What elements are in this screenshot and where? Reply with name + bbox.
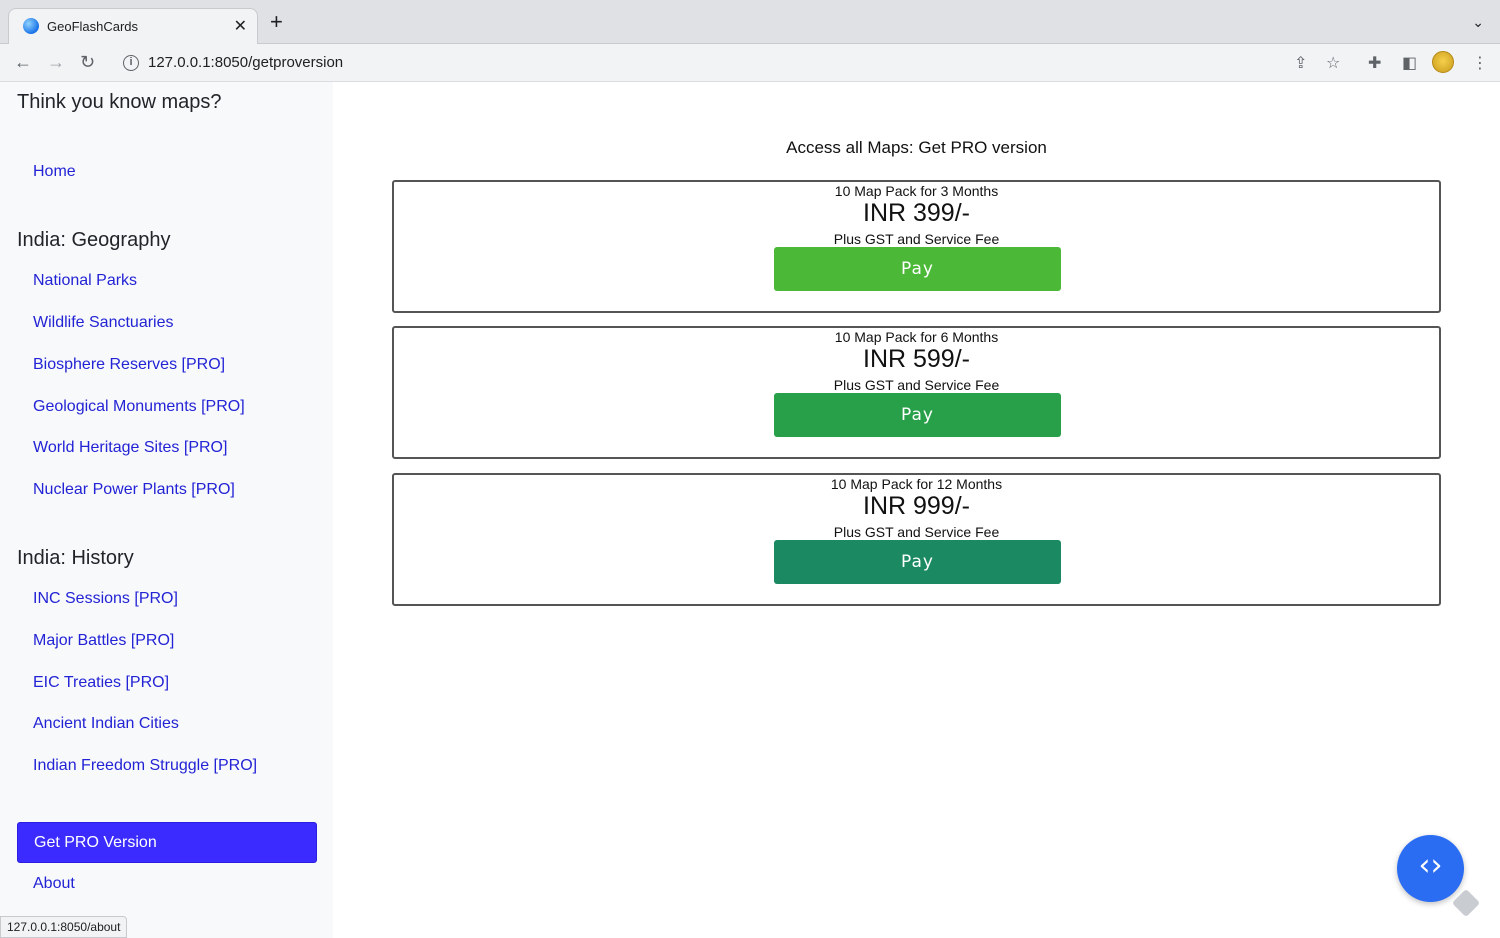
- sidebar-item-wildlife-sanctuaries[interactable]: Wildlife Sanctuaries: [33, 314, 174, 332]
- code-icon[interactable]: ‹›: [1397, 835, 1464, 902]
- sidebar-item-indian-freedom-struggle[interactable]: Indian Freedom Struggle [PRO]: [33, 757, 257, 775]
- profile-avatar[interactable]: [1432, 51, 1454, 73]
- browser-tab-strip: GeoFlashCards ✕ + ⌄: [0, 0, 1500, 44]
- tab-search-chevron-icon[interactable]: ⌄: [1472, 14, 1484, 31]
- globe-icon: [23, 18, 39, 34]
- back-arrow-icon[interactable]: ←: [14, 52, 32, 73]
- sidebar: Think you know maps? Home India: Geograp…: [0, 82, 333, 938]
- plan-fee-note: Plus GST and Service Fee: [833, 231, 1000, 247]
- get-pro-version-button[interactable]: Get PRO Version: [17, 822, 317, 863]
- plan-price: INR 999/-: [863, 492, 970, 520]
- plan-card-6-months: 10 Map Pack for 6 Months INR 599/- Plus …: [392, 326, 1441, 459]
- plan-name: 10 Map Pack for 6 Months: [834, 329, 999, 345]
- sidebar-item-about[interactable]: About: [33, 875, 75, 893]
- forward-arrow-icon[interactable]: →: [47, 52, 65, 73]
- info-icon[interactable]: i: [123, 55, 139, 71]
- sidebar-item-biosphere-reserves[interactable]: Biosphere Reserves [PRO]: [33, 356, 225, 374]
- sidebar-item-ancient-indian-cities[interactable]: Ancient Indian Cities: [33, 715, 179, 733]
- section-heading-history: India: History: [17, 547, 134, 569]
- plan-fee-note: Plus GST and Service Fee: [833, 377, 1000, 393]
- brand-title: Think you know maps?: [17, 91, 222, 113]
- reload-icon[interactable]: ↻: [80, 52, 95, 73]
- page-title: Access all Maps: Get PRO version: [786, 138, 1047, 157]
- sidebar-item-home[interactable]: Home: [33, 163, 76, 181]
- browser-toolbar: ← → ↻ i 127.0.0.1:8050/getproversion ⇪ ☆…: [0, 44, 1500, 82]
- close-tab-icon[interactable]: ✕: [234, 16, 247, 36]
- pay-button-6-months[interactable]: Pay: [774, 393, 1061, 437]
- address-bar[interactable]: i 127.0.0.1:8050/getproversion: [112, 48, 1352, 78]
- main-content: Access all Maps: Get PRO version 10 Map …: [333, 82, 1500, 938]
- sidebar-item-geological-monuments[interactable]: Geological Monuments [PRO]: [33, 398, 245, 416]
- plan-name: 10 Map Pack for 12 Months: [830, 476, 1003, 492]
- browser-tab[interactable]: GeoFlashCards ✕: [8, 8, 258, 44]
- side-panel-icon[interactable]: ◧: [1402, 53, 1417, 73]
- sidebar-item-major-battles[interactable]: Major Battles [PRO]: [33, 632, 174, 650]
- sidebar-item-eic-treaties[interactable]: EIC Treaties [PRO]: [33, 674, 169, 692]
- plan-card-12-months: 10 Map Pack for 12 Months INR 999/- Plus…: [392, 473, 1441, 606]
- extensions-puzzle-icon[interactable]: ✚: [1368, 53, 1381, 73]
- plan-card-3-months: 10 Map Pack for 3 Months INR 399/- Plus …: [392, 180, 1441, 313]
- sidebar-item-world-heritage-sites[interactable]: World Heritage Sites [PRO]: [33, 439, 227, 457]
- new-tab-button[interactable]: +: [270, 11, 283, 33]
- sidebar-item-inc-sessions[interactable]: INC Sessions [PRO]: [33, 590, 178, 608]
- sidebar-item-national-parks[interactable]: National Parks: [33, 272, 137, 290]
- pay-button-12-months[interactable]: Pay: [774, 540, 1061, 584]
- sidebar-item-nuclear-power-plants[interactable]: Nuclear Power Plants [PRO]: [33, 481, 235, 499]
- share-icon[interactable]: ⇪: [1294, 53, 1307, 73]
- link-status-url: 127.0.0.1:8050/about: [0, 916, 128, 938]
- kebab-menu-icon[interactable]: ⋮: [1472, 53, 1488, 73]
- pay-button-3-months[interactable]: Pay: [774, 247, 1061, 291]
- bookmark-star-icon[interactable]: ☆: [1326, 53, 1340, 73]
- plan-price: INR 399/-: [863, 199, 970, 227]
- plan-name: 10 Map Pack for 3 Months: [834, 183, 999, 199]
- tab-title: GeoFlashCards: [47, 19, 139, 34]
- section-heading-geography: India: Geography: [17, 229, 171, 251]
- url-text[interactable]: 127.0.0.1:8050/getproversion: [148, 54, 343, 71]
- plan-fee-note: Plus GST and Service Fee: [833, 524, 1000, 540]
- plan-price: INR 599/-: [863, 345, 970, 373]
